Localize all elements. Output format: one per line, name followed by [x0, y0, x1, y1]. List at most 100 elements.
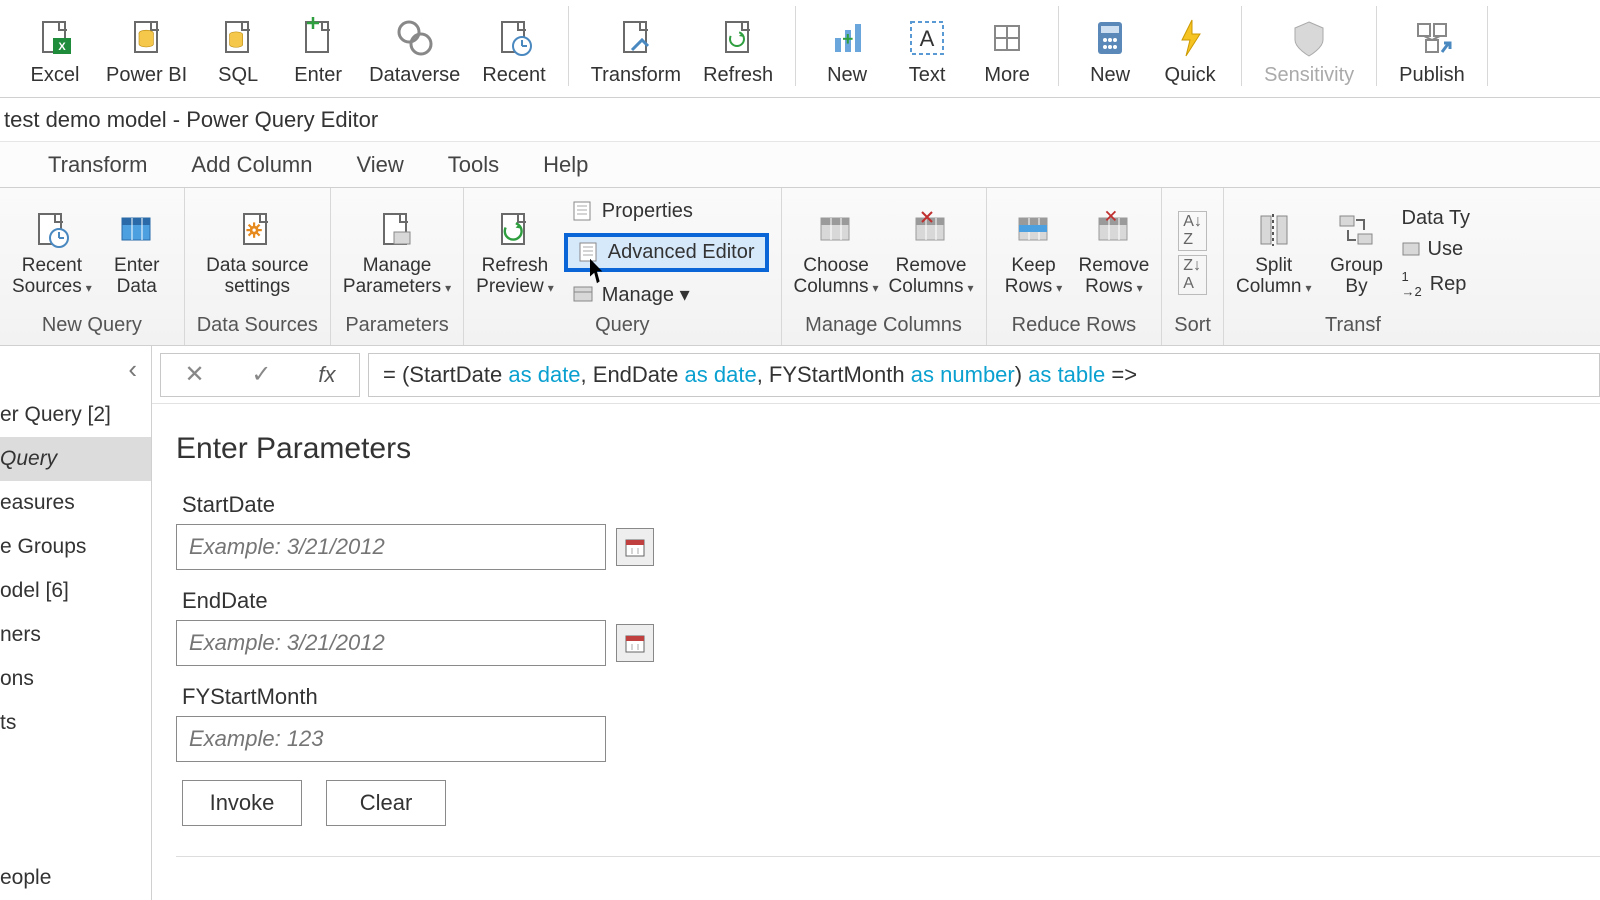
tab-add-column[interactable]: Add Column — [191, 152, 312, 178]
queries-sidebar: ‹ er Query [2] Query easures e Groups od… — [0, 346, 152, 900]
group-query: Refresh Preview Properties Advanced Edit… — [464, 188, 781, 345]
properties-button[interactable]: Properties — [564, 198, 769, 225]
tab-help[interactable]: Help — [543, 152, 588, 178]
new-visual-button[interactable]: New — [812, 12, 882, 91]
transform-button[interactable]: Transform — [585, 12, 687, 91]
separator — [1058, 6, 1059, 86]
commit-formula-button[interactable]: ✓ — [251, 360, 271, 389]
enter-data-label: Enter Data — [114, 256, 159, 298]
sensitivity-button[interactable]: Sensitivity — [1258, 12, 1360, 91]
split-column-label: Split Column — [1236, 256, 1312, 298]
window-title: test demo model - Power Query Editor — [4, 107, 378, 133]
editor-icon — [578, 241, 600, 263]
group-by-label: Group By — [1330, 256, 1383, 298]
more-button[interactable]: More — [972, 12, 1042, 91]
keep-rows-button[interactable]: Keep Rows — [999, 208, 1069, 298]
dataverse-button[interactable]: Dataverse — [363, 12, 466, 91]
tab-transform[interactable]: Transform — [48, 152, 147, 178]
refresh-button[interactable]: Refresh — [697, 12, 779, 91]
remove-rows-button[interactable]: Remove Rows — [1079, 208, 1150, 298]
parameters-panel: Enter Parameters StartDate EndDate FYSta… — [152, 404, 1600, 857]
calendar-icon — [622, 534, 648, 560]
split-icon — [1251, 208, 1297, 254]
sidebar-item[interactable]: ons — [0, 657, 151, 701]
enddate-calendar-button[interactable] — [616, 624, 654, 662]
manage-parameters-button[interactable]: Manage Parameters — [343, 208, 451, 298]
table-small-icon — [572, 283, 594, 305]
fystartmonth-input[interactable] — [176, 716, 606, 762]
clear-button[interactable]: Clear — [326, 780, 446, 826]
sort-desc-button[interactable]: Z↓A — [1178, 255, 1207, 295]
lower-pane: ‹ er Query [2] Query easures e Groups od… — [0, 346, 1600, 900]
advanced-editor-label: Advanced Editor — [608, 241, 755, 264]
recent-button[interactable]: Recent — [476, 12, 551, 91]
more-icon — [985, 16, 1029, 60]
sidebar-folder[interactable]: er Query [2] — [0, 393, 151, 437]
tab-strip: Transform Add Column View Tools Help — [0, 142, 1600, 188]
group-sort: A↓Z Z↓A Sort — [1162, 188, 1224, 345]
powerbi-label: Power BI — [106, 64, 187, 87]
manage-label: Manage ▾ — [602, 282, 690, 307]
manage-button[interactable]: Manage ▾ — [564, 280, 769, 309]
group-by-button[interactable]: Group By — [1322, 208, 1392, 298]
startdate-label: StartDate — [182, 492, 1600, 518]
choose-columns-button[interactable]: Choose Columns — [794, 208, 879, 298]
publish-button[interactable]: Publish — [1393, 12, 1471, 91]
field-fystartmonth: FYStartMonth — [176, 684, 1600, 762]
sql-button[interactable]: SQL — [203, 12, 273, 91]
replace-values-button[interactable]: 1→2Rep — [1402, 269, 1471, 299]
recent-icon — [492, 16, 536, 60]
sort-asc-button[interactable]: A↓Z — [1178, 211, 1207, 251]
sidebar-query-selected[interactable]: Query — [0, 437, 151, 481]
use-first-row-button[interactable]: Use — [1402, 238, 1471, 261]
sidebar-item[interactable]: ners — [0, 613, 151, 657]
remove-columns-button[interactable]: Remove Columns — [889, 208, 974, 298]
recent-label: Recent — [482, 64, 545, 87]
group-label-data-sources: Data Sources — [197, 314, 318, 341]
sql-icon — [216, 16, 260, 60]
sidebar-folder[interactable]: odel [6] — [0, 569, 151, 613]
enter-data-button[interactable]: Enter Data — [102, 208, 172, 298]
powerbi-button[interactable]: Power BI — [100, 12, 193, 91]
enter-label: Enter — [294, 64, 342, 87]
group-reduce-rows: Keep Rows Remove Rows Reduce Rows — [987, 188, 1163, 345]
collapse-button[interactable]: ‹ — [114, 346, 151, 393]
new-measure-button[interactable]: New — [1075, 12, 1145, 91]
sidebar-item[interactable]: e Groups — [0, 525, 151, 569]
formula-text[interactable]: = (StartDate as date, EndDate as date, F… — [368, 353, 1600, 397]
table-tiny-icon — [1402, 241, 1420, 259]
cancel-formula-button[interactable]: ✕ — [184, 360, 204, 389]
publish-icon — [1410, 16, 1454, 60]
ribbon-home: Recent Sources Enter Data New Query Data… — [0, 188, 1600, 346]
transform-label: Transform — [591, 64, 681, 87]
parameters-title: Enter Parameters — [176, 432, 1600, 466]
split-column-button[interactable]: Split Column — [1236, 208, 1312, 298]
quick-button[interactable]: Quick — [1155, 12, 1225, 91]
refresh-preview-label: Refresh Preview — [476, 256, 554, 298]
formula-bar: ✕ ✓ fx = (StartDate as date, EndDate as … — [152, 346, 1600, 404]
recent-sources-button[interactable]: Recent Sources — [12, 208, 92, 298]
sidebar-item[interactable]: easures — [0, 481, 151, 525]
enddate-input[interactable] — [176, 620, 606, 666]
startdate-calendar-button[interactable] — [616, 528, 654, 566]
sidebar-item[interactable]: ts — [0, 701, 151, 745]
params-icon — [374, 208, 420, 254]
tab-tools[interactable]: Tools — [448, 152, 499, 178]
table-icon — [114, 208, 160, 254]
text-button[interactable]: Text — [892, 12, 962, 91]
excel-button[interactable]: Excel — [20, 12, 90, 91]
invoke-button[interactable]: Invoke — [182, 780, 302, 826]
keep-rows-label: Keep Rows — [1005, 256, 1063, 298]
separator — [1487, 6, 1488, 86]
refresh-label: Refresh — [703, 64, 773, 87]
group-parameters: Manage Parameters Parameters — [331, 188, 464, 345]
refresh-preview-button[interactable]: Refresh Preview — [476, 208, 554, 298]
enter-icon — [296, 16, 340, 60]
sidebar-item[interactable]: eople — [0, 856, 151, 900]
advanced-editor-button[interactable]: Advanced Editor — [564, 233, 769, 272]
data-source-settings-button[interactable]: Data source settings — [206, 208, 308, 298]
data-type-button[interactable]: Data Ty — [1402, 207, 1471, 230]
tab-view[interactable]: View — [357, 152, 404, 178]
enter-button[interactable]: Enter — [283, 12, 353, 91]
startdate-input[interactable] — [176, 524, 606, 570]
